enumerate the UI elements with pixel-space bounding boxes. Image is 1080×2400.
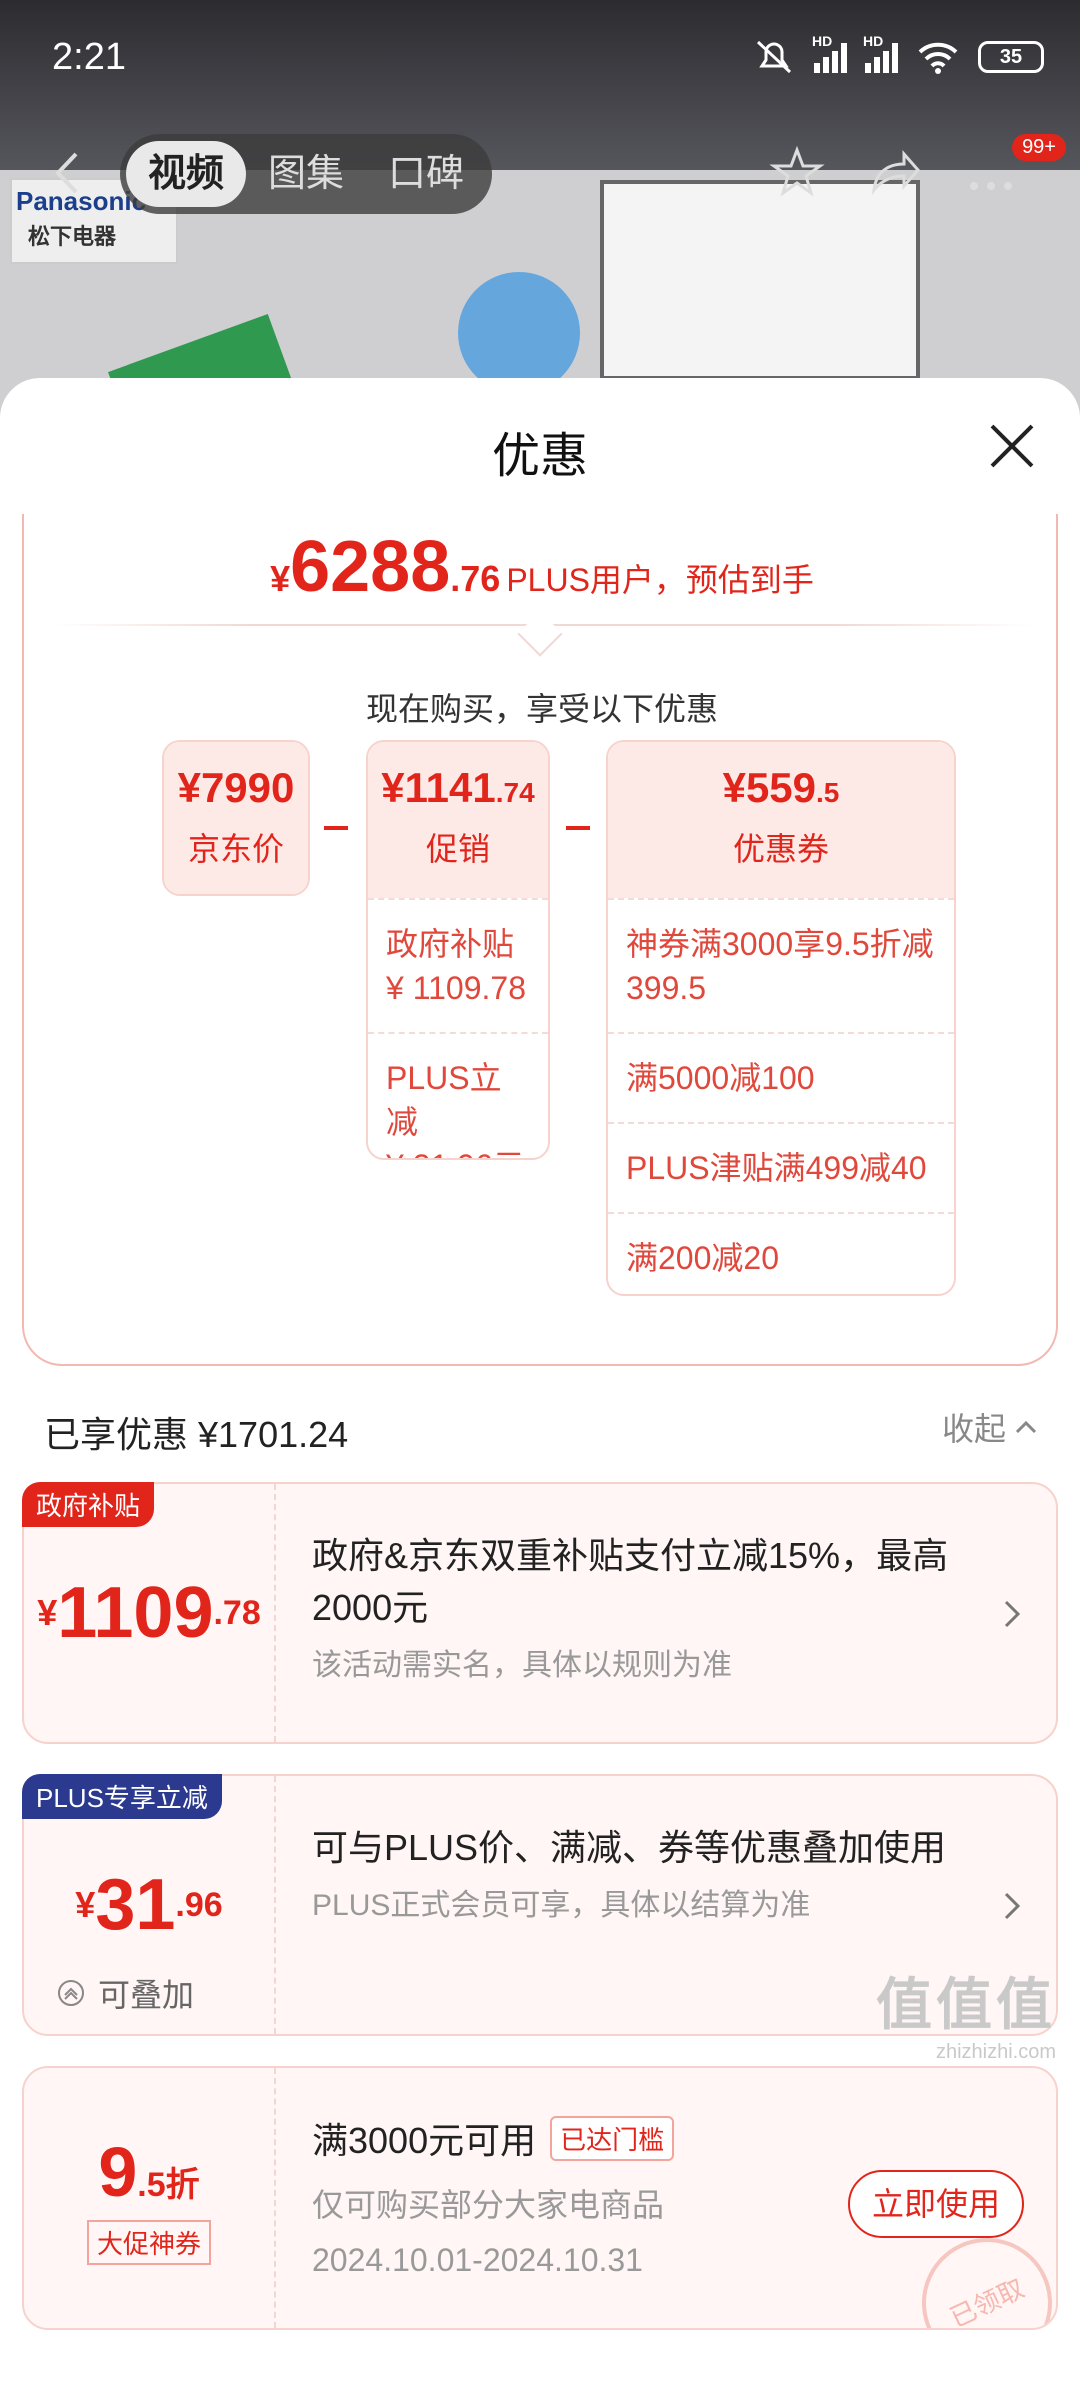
tab-gallery[interactable]: 图集 xyxy=(246,141,366,207)
gov-subsidy-tag: 政府补贴 xyxy=(22,1482,155,1527)
promo-item-plus-discount: PLUS立减 ¥ 31.96元 xyxy=(368,1032,548,1158)
enjoyed-total: 已享优惠 ¥1701.24 xyxy=(44,1414,349,1455)
gov-subsidy-text: 政府&京东双重补贴支付立减15%，最高2000元 该活动需实名，具体以规则为准 xyxy=(312,1530,952,1686)
stack-icon xyxy=(58,1980,84,2006)
discount-integer: 9 xyxy=(98,2132,138,2211)
coupon-title: 满3000元可用 xyxy=(312,2120,537,2161)
use-now-button[interactable]: 立即使用 xyxy=(848,2170,1024,2238)
chevron-right-icon[interactable] xyxy=(1000,1596,1024,1632)
signal-icon: HD xyxy=(812,33,847,73)
minus-sign xyxy=(324,826,348,830)
share-icon[interactable] xyxy=(866,144,924,202)
back-arrow-icon[interactable] xyxy=(48,148,88,198)
tab-reviews[interactable]: 口碑 xyxy=(366,141,486,207)
cooling-badge xyxy=(458,272,580,394)
estimated-price: ¥6288.76 PLUS用户，预估到手 xyxy=(24,526,1060,608)
amount-currency: ¥ xyxy=(75,1884,96,1925)
wifi-icon xyxy=(918,42,958,74)
plus-discount-title: 可与PLUS价、满减、券等优惠叠加使用 xyxy=(312,1827,947,1868)
mute-bell-icon xyxy=(756,40,792,74)
estimated-price-integer: 6288 xyxy=(290,527,451,607)
coupon-date: 2024.10.01-2024.10.31 xyxy=(312,2242,643,2278)
watermark: 值值值 zhizhizhi.com xyxy=(876,1960,1056,2064)
plus-discount-text: 可与PLUS价、满减、券等优惠叠加使用 PLUS正式会员可享，具体以结算为准 xyxy=(312,1822,952,1926)
media-tabs: 视频 图集 口碑 xyxy=(120,134,492,214)
buy-now-text: 现在购买，享受以下优惠 xyxy=(365,691,718,727)
divider-notch xyxy=(517,611,563,657)
collapse-button[interactable]: 收起 xyxy=(942,1404,1038,1450)
coupon-amount-int: ¥559 xyxy=(722,764,817,811)
amount-integer: 1109 xyxy=(57,1573,214,1653)
jd-price-label: 京东价 xyxy=(187,831,284,867)
chevron-right-icon[interactable] xyxy=(1000,1888,1024,1924)
coupon-item-3: PLUS津贴满499减40 xyxy=(608,1122,954,1212)
coupon-discount: 9.5折 大促神券 xyxy=(24,2068,276,2328)
collapse-label: 收起 xyxy=(941,1411,1006,1447)
coupon-amount-dec: .5 xyxy=(816,777,840,808)
brand-cn: 松下电器 xyxy=(28,224,117,249)
coupon-text: 满3000元可用 已达门槛 仅可购买部分大家电商品 2024.10.01-202… xyxy=(312,2112,832,2279)
stackable-note: 可叠加 xyxy=(56,1970,194,2016)
plus-discount-tag: PLUS专享立减 xyxy=(22,1774,222,1819)
promotion-amount: ¥1141.74 xyxy=(368,742,548,812)
coupon-amount: ¥559.5 xyxy=(608,742,954,812)
gov-subsidy-sub: 该活动需实名，具体以规则为准 xyxy=(312,1649,732,1682)
gov-subsidy-title: 政府&京东双重补贴支付立减15%，最高2000元 xyxy=(312,1535,949,1628)
promotion-label: 促销 xyxy=(425,831,490,867)
minus-sign-2 xyxy=(566,826,590,830)
estimated-price-currency: ¥ xyxy=(270,558,291,599)
chevron-up-icon xyxy=(1015,1420,1037,1434)
battery-icon: 35 xyxy=(978,41,1044,73)
amount-integer: 31 xyxy=(95,1865,176,1945)
gov-subsidy-card[interactable]: ¥1109.78 政府补贴 政府&京东双重补贴支付立减15%，最高2000元 该… xyxy=(22,1482,1058,1744)
notification-badge: 99+ xyxy=(1012,134,1066,161)
plus-discount-sub: PLUS正式会员可享，具体以结算为准 xyxy=(312,1889,811,1922)
estimated-price-decimal: .76 xyxy=(450,558,501,599)
tab-video[interactable]: 视频 xyxy=(126,141,246,207)
promotion-box: ¥1141.74 促销 政府补贴 ¥ 1109.78 PLUS立减 ¥ 31.9… xyxy=(366,740,550,1160)
more-icon[interactable] xyxy=(962,144,1020,202)
coupon-desc: 仅可购买部分大家电商品 xyxy=(312,2187,665,2223)
coupon-box: ¥559.5 优惠券 神券满3000享9.5折减399.5 满5000减100 … xyxy=(606,740,956,1296)
coupon-card: 9.5折 大促神券 满3000元可用 已达门槛 仅可购买部分大家电商品 2024… xyxy=(22,2066,1058,2330)
status-time: 2:21 xyxy=(52,36,126,78)
signal-icon-2: HD xyxy=(863,33,898,73)
coupon-item-1: 神券满3000享9.5折减399.5 xyxy=(608,898,954,1032)
discount-rest: .5折 xyxy=(137,2165,200,2204)
jd-price-box: ¥7990 京东价 xyxy=(162,740,310,896)
price-summary-card: ¥6288.76 PLUS用户，预估到手 现在购买，享受以下优惠 ¥7990 京东… xyxy=(22,514,1058,1366)
status-bar: 2:21 HD HD 35 xyxy=(0,0,1080,120)
promotion-amount-int: ¥1141 xyxy=(381,764,496,811)
threshold-reached-tag: 已达门槛 xyxy=(550,2115,675,2161)
jd-price-amount: ¥7990 xyxy=(177,764,295,811)
coupon-item-2: 满5000减100 xyxy=(608,1032,954,1122)
star-icon[interactable] xyxy=(768,144,826,202)
coupon-type-tag: 大促神券 xyxy=(86,2219,211,2265)
sheet-title: 优惠 xyxy=(491,430,588,483)
coupon-item-4: 满200减20 xyxy=(608,1212,954,1294)
status-icons: HD HD 35 xyxy=(752,33,1044,76)
coupon-discount-value: 9.5折 xyxy=(98,2132,199,2212)
watermark-main: 值值值 xyxy=(876,1973,1056,2036)
amount-decimal: .78 xyxy=(213,1593,261,1632)
coupon-label: 优惠券 xyxy=(732,831,829,867)
estimated-price-label: PLUS用户，预估到手 xyxy=(506,562,814,598)
promotion-amount-dec: .74 xyxy=(495,777,535,808)
promo-item-gov-subsidy: 政府补贴 ¥ 1109.78 xyxy=(368,898,548,1032)
stackable-label: 可叠加 xyxy=(98,1977,195,2013)
discount-sheet: 优惠 ¥6288.76 PLUS用户，预估到手 现在购买，享受以下优惠 ¥7990… xyxy=(0,378,1080,2400)
close-icon[interactable] xyxy=(986,420,1038,472)
top-nav: 视频 图集 口碑 99+ xyxy=(0,128,1080,218)
amount-decimal: .96 xyxy=(175,1885,223,1924)
amount-currency: ¥ xyxy=(37,1592,58,1633)
watermark-site: zhizhizhi.com xyxy=(935,2041,1056,2063)
